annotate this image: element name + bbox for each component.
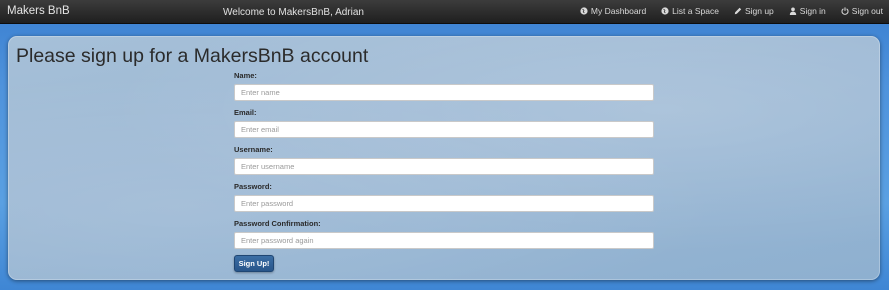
- nav-list-a-space[interactable]: List a Space: [661, 6, 719, 16]
- name-field-group: Name:: [234, 71, 654, 101]
- password-input[interactable]: [234, 195, 654, 212]
- sign-up-button[interactable]: Sign Up!: [234, 255, 274, 272]
- username-field-group: Username:: [234, 145, 654, 175]
- nav-sign-out[interactable]: Sign out: [841, 6, 883, 16]
- password-field-group: Password:: [234, 182, 654, 212]
- password-confirmation-label: Password Confirmation:: [234, 219, 321, 228]
- password-confirmation-field-group: Password Confirmation:: [234, 219, 654, 249]
- username-input[interactable]: [234, 158, 654, 175]
- email-input[interactable]: [234, 121, 654, 138]
- nav-sign-up[interactable]: Sign up: [734, 6, 774, 16]
- name-input[interactable]: [234, 84, 654, 101]
- nav-sign-in-label: Sign in: [799, 6, 826, 16]
- pencil-icon: [734, 7, 742, 15]
- password-label: Password:: [234, 182, 272, 191]
- email-field-group: Email:: [234, 108, 654, 138]
- page-title: Please sign up for a MakersBnB account: [16, 45, 369, 67]
- nav-sign-up-label: Sign up: [744, 6, 774, 16]
- welcome-message: Welcome to MakersBnB, Adrian: [223, 7, 364, 18]
- signup-panel: Please sign up for a MakersBnB account N…: [8, 36, 880, 280]
- nav-sign-in[interactable]: Sign in: [789, 6, 826, 16]
- email-label: Email:: [234, 108, 257, 117]
- name-label: Name:: [234, 71, 257, 80]
- nav-my-dashboard-label: My Dashboard: [590, 6, 647, 16]
- nav-list-a-space-label: List a Space: [672, 6, 719, 16]
- nav-links: My Dashboard List a Space Sign up Sign i…: [580, 6, 883, 16]
- globe-icon: [580, 7, 588, 15]
- password-confirmation-input[interactable]: [234, 232, 654, 249]
- globe-icon: [661, 7, 669, 15]
- brand-link[interactable]: Makers BnB: [7, 5, 70, 17]
- user-icon: [789, 7, 796, 15]
- power-icon: [841, 7, 849, 15]
- top-navbar: Makers BnB Welcome to MakersBnB, Adrian …: [0, 0, 889, 24]
- nav-sign-out-label: Sign out: [851, 6, 883, 16]
- nav-my-dashboard[interactable]: My Dashboard: [580, 6, 646, 16]
- username-label: Username:: [234, 145, 273, 154]
